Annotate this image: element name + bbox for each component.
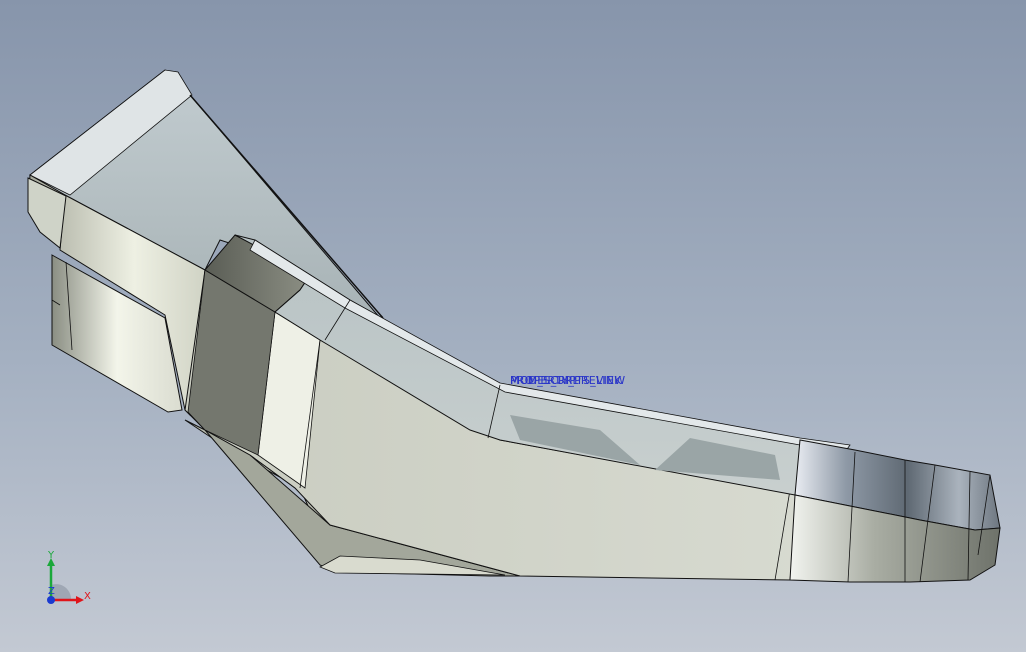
- axis-x-arrow-icon: [76, 596, 84, 604]
- axis-triad[interactable]: Y X Z: [30, 550, 100, 620]
- part-model[interactable]: [0, 0, 1026, 652]
- axis-y-label: Y: [47, 550, 55, 561]
- axis-z-label: Z: [48, 586, 55, 597]
- 3d-viewport[interactable]: MCM_SCRIPTS_LINK PROPERTY_PREVIEW MODEL_…: [0, 0, 1026, 652]
- axis-x-label: X: [84, 591, 91, 602]
- annotation-model-url: MODEL_URL: [510, 374, 579, 387]
- axis-z-dot-icon: [47, 596, 55, 604]
